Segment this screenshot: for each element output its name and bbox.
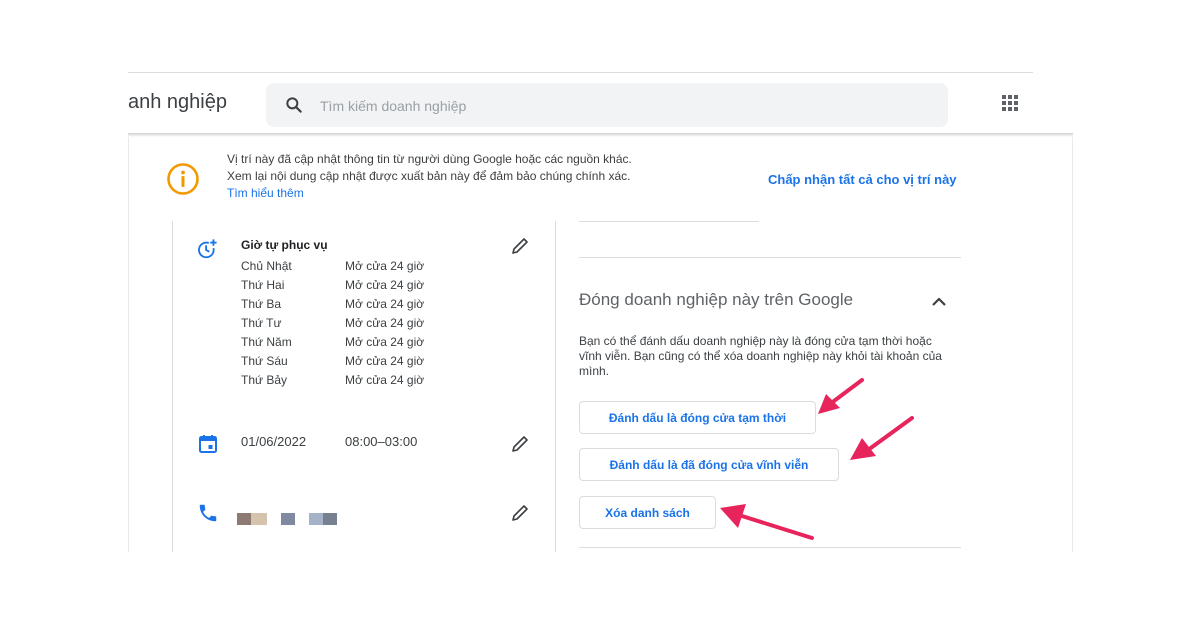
- panel-divider: [555, 221, 556, 552]
- app-title: anh nghiệp: [128, 91, 227, 113]
- frame-border-right: [1072, 137, 1073, 552]
- hours-row: Chủ Nhật Mở cửa 24 giờ: [241, 257, 424, 276]
- search-icon: [286, 97, 302, 113]
- frame-border-left: [128, 137, 129, 552]
- notice-text: Vị trí này đã cập nhật thông tin từ ngườ…: [227, 151, 632, 202]
- search-box[interactable]: [266, 83, 948, 129]
- notice-line-1: Vị trí này đã cập nhật thông tin từ ngườ…: [227, 152, 632, 166]
- phone-icon: [199, 504, 217, 522]
- phone-number-masked: [237, 513, 337, 525]
- header-shadow: [128, 133, 1073, 137]
- hours-title: Giờ tự phục vụ: [241, 238, 328, 252]
- hours-row: Thứ Bảy Mở cửa 24 giờ: [241, 371, 424, 390]
- hours-value: Mở cửa 24 giờ: [345, 335, 425, 349]
- special-hours-date: 01/06/2022: [241, 434, 307, 449]
- mark-permanently-closed-button[interactable]: Đánh dấu là đã đóng cửa vĩnh viễn: [579, 448, 839, 481]
- clock-add-icon: [198, 239, 217, 259]
- hours-value: Mở cửa 24 giờ: [345, 373, 425, 387]
- hours-row: Thứ Tư Mở cửa 24 giờ: [241, 314, 424, 333]
- hours-list: Chủ Nhật Mở cửa 24 giờ Thứ Hai Mở cửa 24 g…: [241, 257, 424, 390]
- mark-temporarily-closed-button[interactable]: Đánh dấu là đóng cửa tạm thời: [579, 401, 816, 434]
- hours-day: Thứ Ba: [241, 297, 282, 311]
- divider: [579, 221, 759, 222]
- close-section-description: Bạn có thể đánh dấu doanh nghiệp này là …: [579, 334, 942, 378]
- edit-special-hours-icon[interactable]: [510, 434, 530, 454]
- chevron-up-icon[interactable]: [929, 292, 949, 312]
- special-hours-time: 08:00–03:00: [345, 434, 418, 449]
- info-icon: [167, 163, 199, 195]
- divider: [579, 257, 961, 258]
- hours-row: Thứ Năm Mở cửa 24 giờ: [241, 333, 424, 352]
- hours-day: Thứ Hai: [241, 278, 285, 292]
- calendar-icon: [199, 435, 217, 453]
- hours-row: Thứ Hai Mở cửa 24 giờ: [241, 276, 424, 295]
- close-section-title: Đóng doanh nghiệp này trên Google: [579, 290, 854, 309]
- edit-hours-icon[interactable]: [510, 236, 530, 256]
- notice-line-2: Xem lại nội dung cập nhật được xuất bản …: [227, 169, 631, 183]
- learn-more-link[interactable]: Tìm hiểu thêm: [227, 186, 304, 200]
- hours-value: Mở cửa 24 giờ: [345, 354, 425, 368]
- search-input[interactable]: [318, 83, 922, 129]
- hours-day: Thứ Sáu: [241, 354, 288, 368]
- hours-row: Thứ Sáu Mở cửa 24 giờ: [241, 352, 424, 371]
- hours-day: Thứ Năm: [241, 335, 292, 349]
- hours-day: Chủ Nhật: [241, 259, 292, 273]
- left-panel-border: [172, 221, 173, 552]
- annotation-arrow: [850, 416, 914, 460]
- hours-day: Thứ Tư: [241, 316, 282, 330]
- divider: [579, 547, 961, 548]
- header: anh nghiệp: [128, 73, 1073, 135]
- apps-grid-icon[interactable]: [1002, 95, 1018, 111]
- hours-value: Mở cửa 24 giờ: [345, 316, 425, 330]
- hours-row: Thứ Ba Mở cửa 24 giờ: [241, 295, 424, 314]
- hours-day: Thứ Bảy: [241, 373, 288, 387]
- hours-value: Mở cửa 24 giờ: [345, 278, 425, 292]
- delete-listing-button[interactable]: Xóa danh sách: [579, 496, 716, 529]
- annotation-arrow: [720, 504, 814, 540]
- edit-phone-icon[interactable]: [510, 503, 530, 523]
- accept-all-link[interactable]: Chấp nhận tất cả cho vị trí này: [768, 172, 957, 187]
- hours-value: Mở cửa 24 giờ: [345, 297, 425, 311]
- hours-value: Mở cửa 24 giờ: [345, 259, 425, 273]
